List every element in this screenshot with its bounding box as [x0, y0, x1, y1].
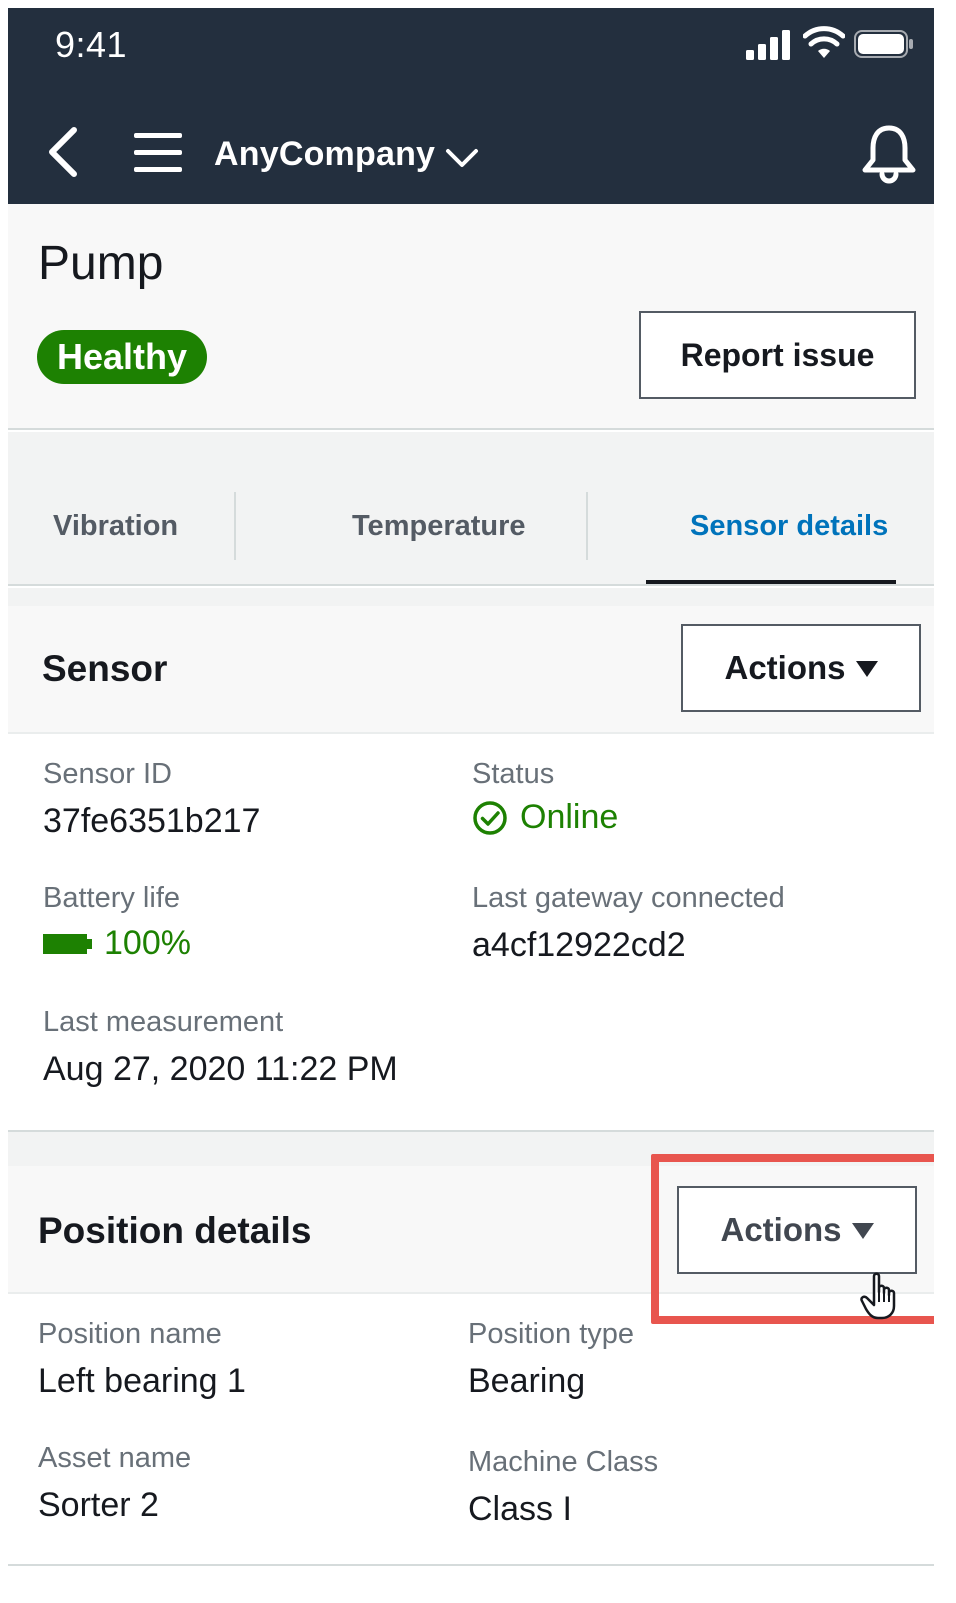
sensor-id-value: 37fe6351b217 — [43, 802, 261, 840]
position-panel-title: Position details — [38, 1210, 312, 1251]
status-badge: Healthy — [37, 330, 208, 384]
gateway-value: a4cf12922cd2 — [472, 926, 686, 964]
sensor-panel-header: Sensor Actions — [8, 606, 934, 734]
battery-value: 100% — [43, 924, 191, 963]
position-name-label: Position name — [38, 1318, 222, 1350]
asset-header: Pump Healthy Report issue — [8, 204, 934, 430]
status-time: 9:41 — [55, 24, 128, 65]
battery-level-icon — [43, 933, 87, 954]
section-gap — [8, 588, 934, 606]
status-text: Online — [520, 798, 619, 836]
asset-name-label: Asset name — [38, 1442, 192, 1474]
chevron-down-icon — [446, 149, 479, 167]
status-value: Online — [472, 798, 618, 837]
position-name-value: Left bearing 1 — [38, 1362, 246, 1400]
battery-icon — [854, 30, 913, 58]
wifi-icon — [803, 26, 845, 58]
report-issue-button[interactable]: Report issue — [639, 311, 916, 399]
sensor-panel-title: Sensor — [42, 648, 168, 689]
battery-text: 100% — [104, 924, 191, 962]
machine-class-value: Class I — [468, 1490, 572, 1528]
tab-sensor-details[interactable]: Sensor details — [690, 510, 888, 543]
sensor-actions-button[interactable]: Actions — [681, 624, 921, 712]
tab-vibration[interactable]: Vibration — [53, 510, 178, 543]
tab-temperature[interactable]: Temperature — [352, 510, 526, 543]
asset-name-value: Sorter 2 — [38, 1486, 159, 1524]
page-title: Pump — [38, 237, 164, 290]
last-measurement-label: Last measurement — [43, 1006, 284, 1038]
tab-divider — [234, 492, 236, 560]
bell-icon[interactable] — [860, 124, 918, 184]
menu-icon[interactable] — [132, 130, 184, 176]
gateway-label: Last gateway connected — [472, 882, 785, 914]
sensor-actions-label: Actions — [724, 649, 846, 686]
caret-down-icon — [855, 661, 878, 677]
cellular-signal-icon — [746, 30, 790, 60]
tab-divider — [586, 492, 588, 560]
status-label: Status — [472, 758, 555, 790]
active-tab-indicator — [646, 580, 896, 584]
phone-screen: 9:41 AnyCompany Pump Healthy Report issu… — [8, 8, 934, 1595]
top-bar: 9:41 AnyCompany — [8, 8, 934, 204]
battery-label: Battery life — [43, 882, 180, 914]
section-divider — [8, 1564, 934, 1566]
company-name: AnyCompany — [214, 134, 436, 173]
sensor-id-label: Sensor ID — [43, 758, 172, 790]
company-selector[interactable]: AnyCompany — [214, 130, 479, 178]
last-measurement-value: Aug 27, 2020 11:22 PM — [43, 1050, 398, 1088]
check-circle-icon — [473, 800, 507, 835]
hand-pointer-icon — [860, 1272, 896, 1320]
tab-bar: Vibration Temperature Sensor details — [8, 432, 934, 586]
machine-class-label: Machine Class — [468, 1446, 659, 1478]
back-icon[interactable] — [42, 126, 82, 178]
position-type-label: Position type — [468, 1318, 635, 1350]
position-type-value: Bearing — [468, 1362, 586, 1400]
battery-tip — [87, 938, 92, 949]
